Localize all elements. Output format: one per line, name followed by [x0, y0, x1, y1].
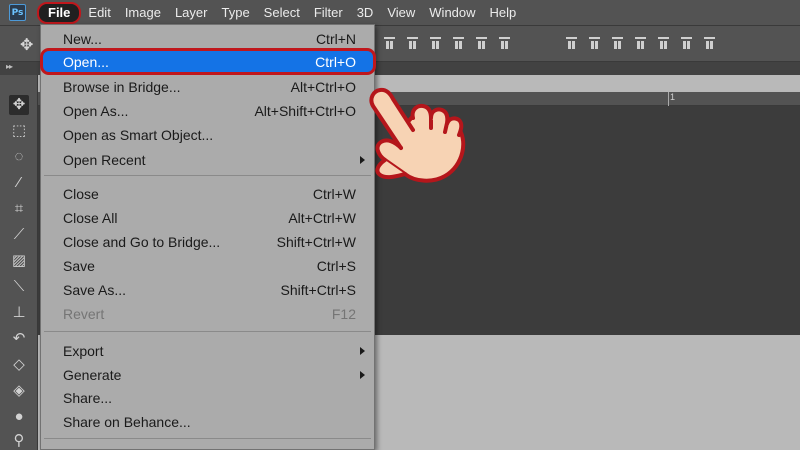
- menu-image[interactable]: Image: [118, 0, 168, 26]
- align-right-icon[interactable]: [499, 37, 510, 50]
- move-tool-icon[interactable]: ✥: [9, 95, 29, 115]
- move-tool-options-icon[interactable]: ✥: [20, 35, 33, 55]
- menu-item-open-recent[interactable]: Open Recent: [41, 148, 374, 172]
- distribute-top-icon[interactable]: [566, 37, 577, 50]
- pointing-hand-icon: [369, 87, 466, 183]
- menu-item-export[interactable]: Export: [41, 339, 374, 363]
- blur-tool-icon[interactable]: ●: [9, 407, 29, 427]
- menu-item-close[interactable]: Close Ctrl+W: [41, 182, 374, 206]
- menu-bar: Ps File Edit Image Layer Type Select Fil…: [0, 0, 800, 26]
- marquee-tool-icon[interactable]: ⬚: [9, 121, 29, 141]
- ruler-tick: [668, 92, 669, 106]
- history-brush-icon[interactable]: ↶: [9, 329, 29, 349]
- paint-bucket-icon[interactable]: ◈: [9, 381, 29, 401]
- menu-3d[interactable]: 3D: [350, 0, 381, 26]
- align-left-icon[interactable]: [453, 37, 464, 50]
- dodge-tool-icon[interactable]: ⚲: [9, 431, 29, 450]
- align-vertical-center-icon[interactable]: [407, 37, 418, 50]
- crop-tool-icon[interactable]: ⌗: [9, 199, 29, 219]
- magic-wand-icon[interactable]: ⁄: [9, 173, 29, 193]
- eyedropper-icon[interactable]: ⟋: [9, 225, 29, 245]
- clone-stamp-icon[interactable]: ⊥: [9, 303, 29, 323]
- brush-tool-icon[interactable]: ⟍: [9, 277, 29, 297]
- menu-item-open[interactable]: Open... Ctrl+O: [40, 48, 376, 75]
- menu-separator: [44, 438, 371, 439]
- menu-filter[interactable]: Filter: [307, 0, 350, 26]
- tools-panel: ✥ ⬚ ◌ ⁄ ⌗ ⟋ ▨ ⟍ ⊥ ↶ ◇ ◈ ● ⚲: [0, 75, 38, 450]
- align-top-icon[interactable]: [384, 37, 395, 50]
- distribute-left-icon[interactable]: [635, 37, 646, 50]
- file-menu-dropdown: New... Ctrl+N Open... Ctrl+O Browse in B…: [40, 24, 376, 450]
- auto-align-layers-icon[interactable]: [704, 37, 715, 50]
- distribute-right-icon[interactable]: [681, 37, 692, 50]
- menu-separator: [44, 331, 371, 332]
- photoshop-logo-icon: Ps: [9, 4, 26, 21]
- menu-file[interactable]: File: [37, 1, 82, 24]
- distribute-bottom-icon[interactable]: [612, 37, 623, 50]
- ruler-mark: 1: [670, 92, 676, 102]
- menu-item-close-and-go-to-bridge[interactable]: Close and Go to Bridge... Shift+Ctrl+W: [41, 230, 374, 254]
- menu-item-save-as[interactable]: Save As... Shift+Ctrl+S: [41, 278, 374, 302]
- eraser-icon[interactable]: ◇: [9, 355, 29, 375]
- menu-item-open-as-smart-object[interactable]: Open as Smart Object...: [41, 123, 374, 147]
- menu-select[interactable]: Select: [257, 0, 307, 26]
- menu-item-share[interactable]: Share...: [41, 386, 374, 410]
- submenu-arrow-icon: [360, 371, 365, 379]
- healing-brush-icon[interactable]: ▨: [9, 251, 29, 271]
- menu-item-browse-in-bridge[interactable]: Browse in Bridge... Alt+Ctrl+O: [41, 75, 374, 99]
- distribute-vertical-center-icon[interactable]: [589, 37, 600, 50]
- menu-item-share-on-behance[interactable]: Share on Behance...: [41, 410, 374, 434]
- lasso-tool-icon[interactable]: ◌: [9, 147, 29, 167]
- menu-view[interactable]: View: [380, 0, 422, 26]
- align-buttons-group: [384, 37, 510, 50]
- menu-item-save[interactable]: Save Ctrl+S: [41, 254, 374, 278]
- align-horizontal-center-icon[interactable]: [476, 37, 487, 50]
- distribute-buttons-group: [566, 37, 715, 50]
- menu-item-revert: Revert F12: [63, 306, 356, 322]
- submenu-arrow-icon: [360, 347, 365, 355]
- menu-type[interactable]: Type: [214, 0, 256, 26]
- collapse-panel-icon[interactable]: ▸▸: [6, 62, 13, 71]
- menu-layer[interactable]: Layer: [168, 0, 215, 26]
- menu-item-generate[interactable]: Generate: [41, 363, 374, 387]
- distribute-horizontal-center-icon[interactable]: [658, 37, 669, 50]
- menu-item-close-all[interactable]: Close All Alt+Ctrl+W: [41, 206, 374, 230]
- menu-window[interactable]: Window: [422, 0, 482, 26]
- align-bottom-icon[interactable]: [430, 37, 441, 50]
- menu-separator: [44, 175, 371, 176]
- menu-edit[interactable]: Edit: [81, 0, 117, 26]
- menu-item-open-as[interactable]: Open As... Alt+Shift+Ctrl+O: [41, 99, 374, 123]
- menu-help[interactable]: Help: [483, 0, 524, 26]
